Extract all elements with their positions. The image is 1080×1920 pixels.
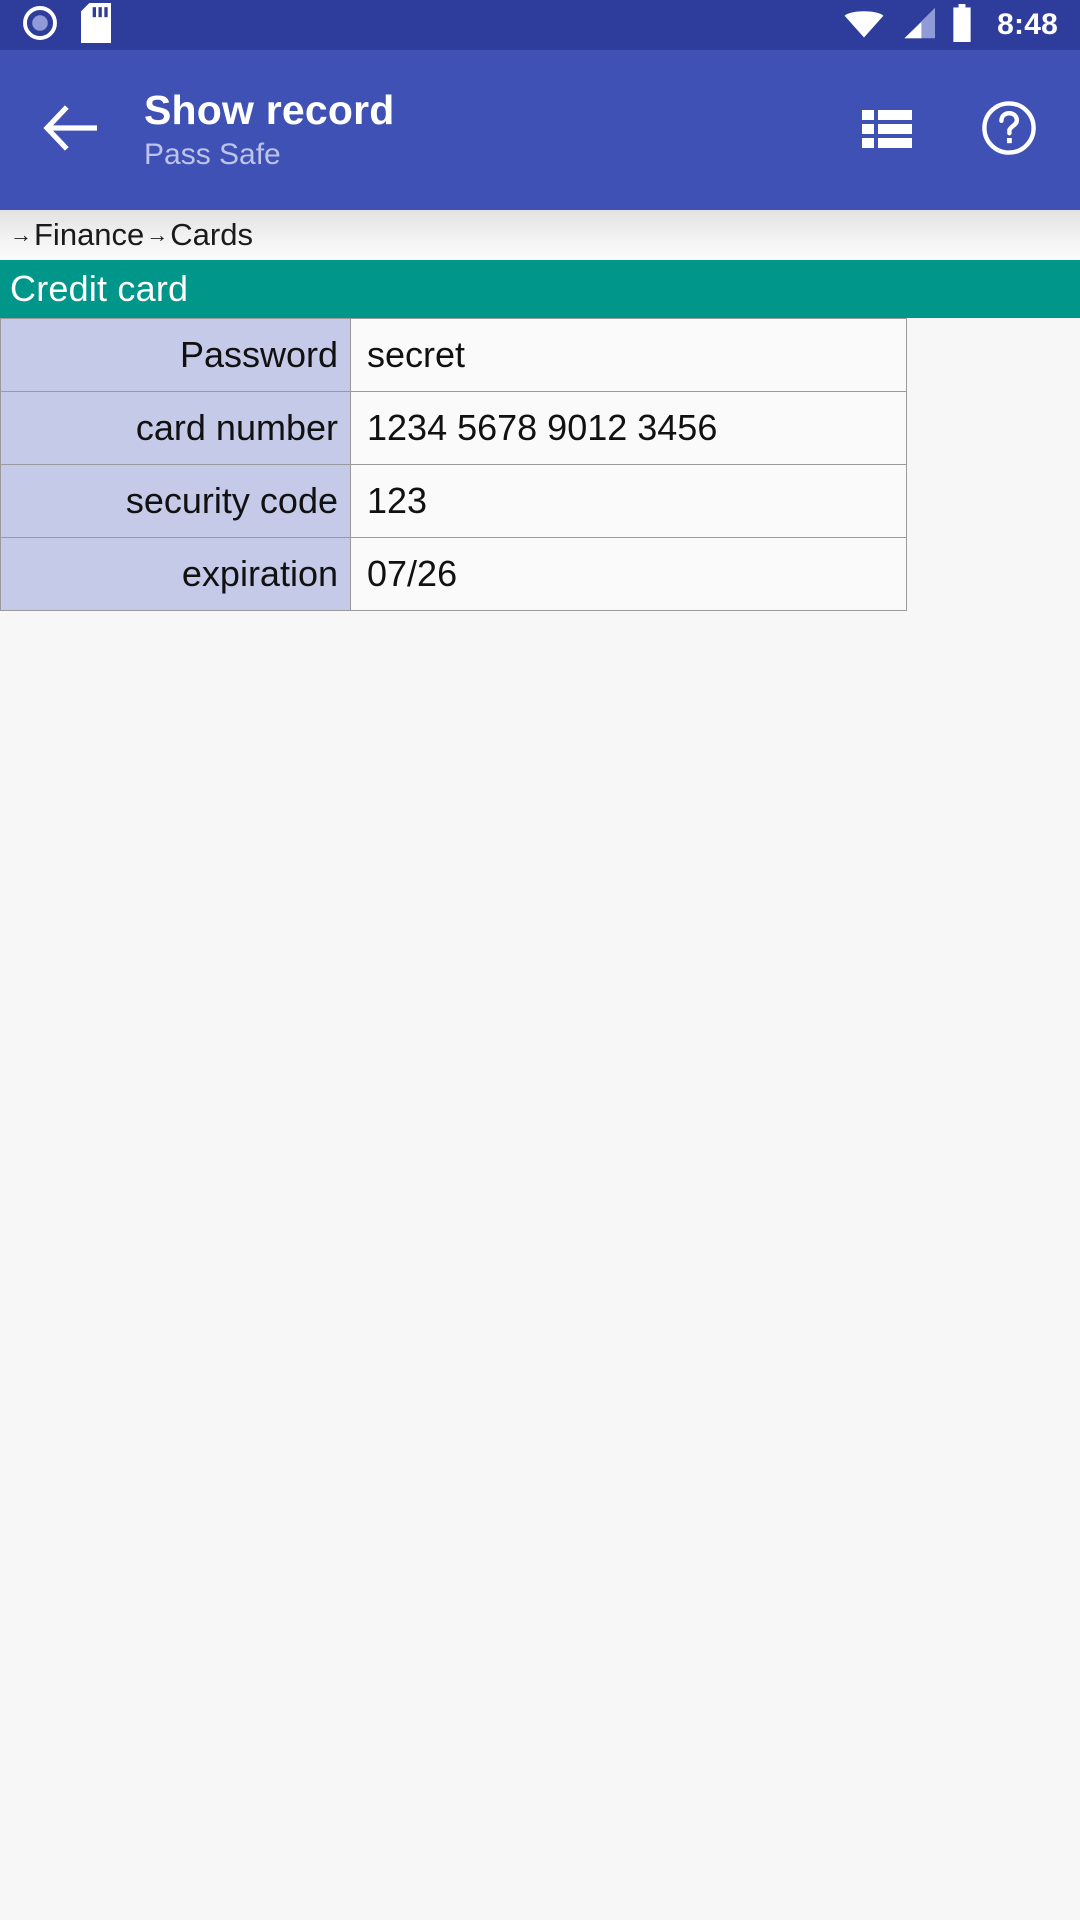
- breadcrumb-item-finance[interactable]: Finance: [34, 217, 144, 253]
- field-value[interactable]: 123: [350, 464, 907, 538]
- status-bar: 8:48: [0, 0, 1080, 50]
- app-bar: Show record Pass Safe: [0, 50, 1080, 210]
- list-view-button[interactable]: [856, 99, 918, 161]
- table-row[interactable]: card number 1234 5678 9012 3456: [0, 391, 907, 465]
- record-field-table: Password secret card number 1234 5678 90…: [0, 318, 907, 611]
- table-row[interactable]: expiration 07/26: [0, 537, 907, 611]
- status-bar-right-icons: 8:48: [843, 3, 1058, 47]
- breadcrumb-separator-icon: →: [10, 222, 32, 247]
- breadcrumb-item-cards[interactable]: Cards: [170, 217, 253, 253]
- app-bar-titles: Show record Pass Safe: [144, 86, 395, 174]
- cellular-signal-icon: [899, 6, 937, 45]
- arrow-left-icon: [43, 104, 99, 156]
- field-value[interactable]: 07/26: [350, 537, 907, 611]
- status-bar-left-icons: [22, 2, 112, 48]
- record-content: Password secret card number 1234 5678 90…: [0, 318, 1080, 611]
- table-row[interactable]: security code 123: [0, 464, 907, 538]
- record-circle-icon: [22, 5, 58, 46]
- table-row[interactable]: Password secret: [0, 318, 907, 392]
- record-header: Credit card: [0, 260, 1080, 318]
- help-circle-icon: [981, 100, 1037, 161]
- field-value[interactable]: secret: [350, 318, 907, 392]
- app-bar-actions: [856, 99, 1052, 161]
- page-subtitle: Pass Safe: [144, 138, 281, 172]
- field-value[interactable]: 1234 5678 9012 3456: [350, 391, 907, 465]
- battery-full-icon: [951, 3, 973, 47]
- page-title: Show record: [144, 87, 395, 134]
- breadcrumb-separator-icon-2: →: [146, 222, 169, 247]
- wifi-full-icon: [843, 6, 885, 45]
- record-title: Credit card: [10, 268, 189, 309]
- list-view-icon: [862, 106, 912, 155]
- field-label: security code: [0, 464, 351, 538]
- field-label: card number: [0, 391, 351, 465]
- status-bar-clock: 8:48: [997, 8, 1058, 41]
- help-button[interactable]: [978, 99, 1040, 161]
- field-label: Password: [0, 318, 351, 392]
- back-button[interactable]: [34, 93, 108, 167]
- breadcrumb[interactable]: → Finance → Cards: [0, 210, 1080, 260]
- sd-card-icon: [80, 2, 112, 48]
- field-label: expiration: [0, 537, 351, 611]
- record-field-table-body: Password secret card number 1234 5678 90…: [0, 318, 907, 611]
